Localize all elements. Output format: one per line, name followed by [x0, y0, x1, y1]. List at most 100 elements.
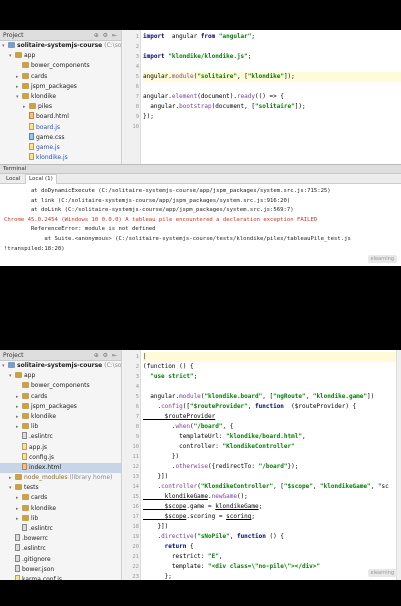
code-line[interactable]: 1 |: [136, 352, 401, 362]
code-line[interactable]: 11 }): [132, 452, 401, 462]
tree-item[interactable]: bower.json: [0, 564, 121, 575]
code-line[interactable]: 6 .config(["$routeProvider", function ($…: [136, 402, 401, 412]
code-token: template:: [143, 563, 209, 570]
tree-item[interactable]: ▸ klondike: [0, 412, 121, 422]
tree-item[interactable]: board.js: [0, 122, 121, 133]
tree-item[interactable]: bower_components: [0, 381, 121, 391]
tree-item[interactable]: ▸ jspm_packages: [0, 82, 121, 92]
code-line[interactable]: 7 $routeProvider: [136, 412, 401, 422]
code-token: otherwise: [175, 463, 209, 470]
code-line[interactable]: 22 template: "<div class=\"no-pile\"></d…: [132, 562, 401, 572]
code-line[interactable]: 12 .otherwise({redirectTo: "/board"});: [132, 462, 401, 472]
terminal-output[interactable]: at doDynamicExecute (C:/solitaire-system…: [0, 184, 401, 257]
tree-item[interactable]: ▸ jspm_packages: [0, 402, 121, 412]
code-line[interactable]: 2 (function () {: [136, 362, 401, 372]
file-icon: [29, 112, 34, 120]
code-area[interactable]: 1 import angular from "angular"; 2 3 import …: [132, 32, 401, 132]
line-number: 7: [135, 414, 139, 420]
tree-item[interactable]: game.css: [0, 132, 121, 143]
tree-item[interactable]: ▾ app: [0, 371, 121, 381]
panel-settings-icon[interactable]: ⊕ ⚙ ⇤: [94, 30, 118, 41]
code-token: });: [143, 113, 154, 120]
code-line[interactable]: 16 $scope.game = klondikeGame;: [132, 502, 401, 512]
tree-item[interactable]: ▸ cards: [0, 72, 121, 82]
code-token: restrict:: [143, 553, 209, 560]
file-icon: [29, 132, 34, 140]
tree-item[interactable]: karma.conf.js: [0, 574, 121, 580]
terminal-tab-local-1[interactable]: Local (1): [25, 174, 57, 184]
code-line[interactable]: 8 angular.bootstrap(document, ["solitair…: [136, 102, 401, 112]
tree-item[interactable]: bower_components: [0, 61, 121, 71]
tree-item[interactable]: .eslintrc: [0, 524, 121, 534]
code-line[interactable]: 2: [136, 42, 401, 52]
code-line[interactable]: 4: [136, 382, 401, 392]
code-area[interactable]: 1 | 2 (function () {3 "use strict"; 4 5 angul…: [132, 352, 401, 580]
code-line[interactable]: 17 $scope.scoring = scoring;: [132, 512, 401, 522]
code-line[interactable]: 7 angular.element(document).ready(() => {: [136, 92, 401, 102]
tree-item[interactable]: ▾ app: [0, 51, 121, 61]
tree-item[interactable]: ▸ klondike: [0, 504, 121, 514]
tree-item[interactable]: app.js: [0, 442, 121, 453]
tree-item[interactable]: game.js: [0, 142, 121, 153]
code-line[interactable]: 15 klondikeGame.newGame();: [132, 492, 401, 502]
code-line[interactable]: 23 };: [132, 572, 401, 580]
code-line[interactable]: 19 .directive("sNoPile", function () {: [132, 532, 401, 542]
code-line[interactable]: 20 return {: [132, 542, 401, 552]
tree-item[interactable]: ▾ tests: [0, 483, 121, 493]
tree-item[interactable]: .eslintrc: [0, 544, 121, 554]
tree-item-label: .eslintrc: [29, 433, 53, 441]
folder-icon: [22, 494, 29, 501]
code-editor[interactable]: 1 import angular from "angular"; 2 3 import …: [123, 30, 401, 164]
tree-item[interactable]: config.js: [0, 452, 121, 463]
code-line[interactable]: 9});: [136, 112, 401, 122]
tree-item[interactable]: .gitignore: [0, 554, 121, 565]
code-line[interactable]: 21 restrict: "E",: [132, 552, 401, 562]
code-token: (() => {: [255, 93, 284, 100]
tree-item[interactable]: ▸ lib: [0, 514, 121, 524]
tree-item[interactable]: ▾solitaire-systemjs-course (C:\solitaire: [0, 361, 121, 371]
code-line[interactable]: 10 controller: "KlondikeController": [132, 442, 401, 452]
editor-scrollbar[interactable]: [396, 350, 401, 580]
tree-item[interactable]: .eslintrc: [0, 432, 121, 442]
line-number: 1: [135, 34, 139, 40]
panel-settings-icon[interactable]: ⊕ ⚙ ⇤: [94, 350, 118, 361]
code-line[interactable]: 6: [136, 82, 401, 92]
code-line[interactable]: 5 angular.module("solitaire", ["klondike"…: [136, 72, 401, 82]
tree-item-label: bower_components: [31, 382, 90, 390]
tree-item-label: config.js: [29, 453, 55, 461]
tree-item[interactable]: index.html: [0, 462, 121, 474]
tree-item[interactable]: ▸ piles: [0, 102, 121, 112]
code-token: "ngRoute": [273, 393, 306, 400]
code-line[interactable]: 18 }]): [132, 522, 401, 532]
terminal-line: at Suite.<anonymous> (C:/solitaire-syste…: [4, 235, 351, 242]
tree-item[interactable]: ▸ node_modules (library home): [0, 473, 121, 483]
code-line[interactable]: 9 templateUrl: "klondike/board.html",: [136, 432, 401, 442]
code-line[interactable]: 14 .controller("KlondikeController", ["$…: [132, 482, 401, 492]
code-line[interactable]: 4: [136, 62, 401, 72]
tree-item[interactable]: ▸ cards: [0, 392, 121, 402]
code-line[interactable]: 13 }]): [132, 472, 401, 482]
code-line[interactable]: 10: [132, 122, 401, 132]
code-line[interactable]: 5 angular.module("klondike.board", ["ngR…: [136, 392, 401, 402]
file-icon: [15, 574, 20, 580]
project-panel-title: Project: [3, 32, 24, 39]
tree-item[interactable]: .bowerrc: [0, 534, 121, 544]
code-line[interactable]: 1 import angular from "angular";: [136, 32, 401, 42]
tree-item[interactable]: board.html: [0, 112, 121, 122]
tree-item[interactable]: ▸ cards: [0, 493, 121, 503]
tree-item[interactable]: ▸ lib: [0, 422, 121, 432]
code-line[interactable]: 3 "use strict";: [136, 372, 401, 382]
line-number: 16: [132, 504, 139, 510]
tree-item[interactable]: ▾ klondike: [0, 92, 121, 102]
code-token: angular.: [143, 393, 180, 400]
tree-item[interactable]: ▾solitaire-systemjs-course (C:\solitaire: [0, 41, 121, 51]
code-token: "$routeProvider": [189, 403, 248, 410]
code-token: ($routeProvider) {: [283, 403, 357, 410]
code-line[interactable]: 8 .when("/board", {: [136, 422, 401, 432]
code-token: angular.: [143, 73, 172, 80]
tree-item[interactable]: klondike.js: [0, 153, 121, 163]
terminal-tab-local[interactable]: Local: [3, 174, 23, 184]
code-line[interactable]: 3 import "klondike/klondike.js";: [136, 52, 401, 62]
code-editor[interactable]: 1 | 2 (function () {3 "use strict"; 4 5 angul…: [123, 350, 401, 580]
tree-item-label: .eslintrc: [22, 545, 46, 553]
